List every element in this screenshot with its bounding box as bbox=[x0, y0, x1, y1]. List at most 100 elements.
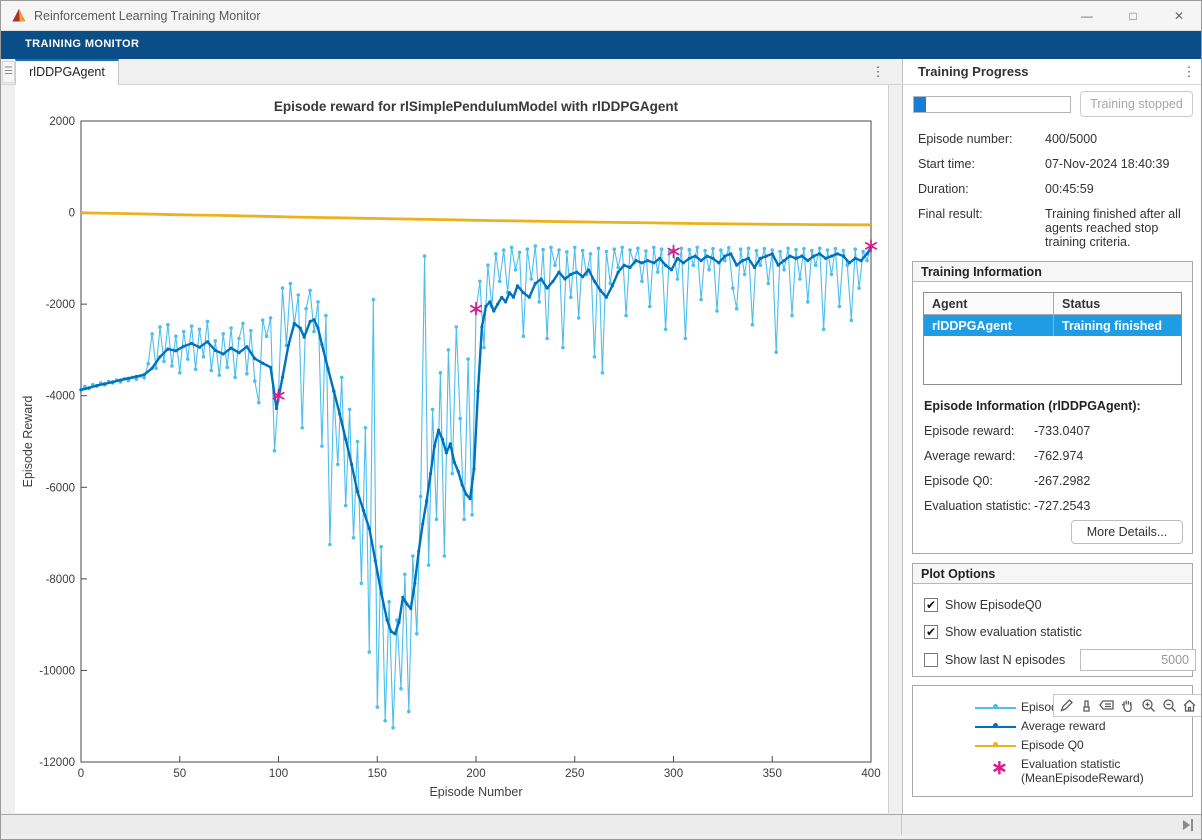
table-row[interactable]: rlDDPGAgent Training finished bbox=[924, 315, 1181, 336]
section-heading: Plot Options bbox=[913, 564, 1192, 584]
figure-canvas[interactable]: 05010015020025030035040020000-2000-4000-… bbox=[15, 85, 889, 813]
legend-entry-episode-q0: Episode Q0 bbox=[913, 737, 1192, 755]
window-title: Reinforcement Learning Training Monitor bbox=[34, 9, 261, 23]
tab-rlddpgagent[interactable]: rlDDPGAgent bbox=[15, 59, 119, 85]
stat-value: -733.0407 bbox=[1034, 424, 1090, 438]
legend-label: Average reward bbox=[1021, 719, 1106, 733]
info-label: Final result: bbox=[918, 207, 983, 221]
info-value: 400/5000 bbox=[1045, 132, 1194, 146]
info-value: 00:45:59 bbox=[1045, 182, 1194, 196]
episode-reward-chart: 05010015020025030035040020000-2000-4000-… bbox=[15, 85, 889, 813]
maximize-icon[interactable]: □ bbox=[1111, 1, 1155, 31]
svg-text:250: 250 bbox=[565, 768, 584, 780]
stat-label: Episode reward: bbox=[924, 424, 1014, 438]
panel-menu-dots-icon[interactable]: ⋮ bbox=[1179, 62, 1199, 82]
svg-text:0: 0 bbox=[69, 208, 75, 220]
legend-entry-average-reward: Average reward bbox=[913, 718, 1192, 736]
zoom-out-icon[interactable] bbox=[1160, 697, 1178, 715]
checkbox-label: Show last N episodes bbox=[945, 653, 1065, 667]
svg-text:-6000: -6000 bbox=[46, 482, 75, 494]
column-header-status: Status bbox=[1054, 293, 1181, 314]
stat-label: Average reward: bbox=[924, 449, 1016, 463]
axes-toolbar bbox=[1053, 694, 1202, 717]
title-bar: Reinforcement Learning Training Monitor … bbox=[1, 1, 1201, 31]
svg-text:350: 350 bbox=[763, 768, 782, 780]
legend-asterisk-marker: ∗ bbox=[991, 755, 1008, 780]
stat-value: -267.2982 bbox=[1034, 474, 1090, 488]
section-heading: Training Information bbox=[913, 262, 1192, 282]
legend-box: Episode reward Average reward Episode Q0… bbox=[912, 685, 1193, 797]
minimize-icon[interactable]: — bbox=[1065, 1, 1109, 31]
status-cell: Training finished bbox=[1054, 315, 1181, 336]
svg-text:300: 300 bbox=[664, 768, 683, 780]
svg-text:0: 0 bbox=[78, 768, 84, 780]
svg-text:Episode Number: Episode Number bbox=[429, 785, 522, 799]
legend-label-line2: (MeanEpisodeReward) bbox=[1021, 771, 1144, 785]
status-bar bbox=[1, 814, 1202, 835]
plot-options-section: Plot Options ✔ Show EpisodeQ0 ✔ Show eva… bbox=[912, 563, 1193, 677]
training-information-section: Training Information Agent Status rlDDPG… bbox=[912, 261, 1193, 554]
stat-value: -727.2543 bbox=[1034, 499, 1090, 513]
training-progress-bar bbox=[913, 96, 1071, 113]
n-episodes-input[interactable] bbox=[1080, 649, 1196, 671]
training-progress-panel: Training Progress ⋮ Training stopped Epi… bbox=[902, 59, 1202, 814]
datatip-icon[interactable] bbox=[1098, 697, 1116, 715]
svg-text:150: 150 bbox=[368, 768, 387, 780]
info-value: Training finished after all agents reach… bbox=[1045, 207, 1194, 249]
checkbox-label: Show EpisodeQ0 bbox=[945, 598, 1042, 612]
skip-to-end-icon[interactable] bbox=[1183, 819, 1197, 832]
agent-status-table: Agent Status rlDDPGAgent Training finish… bbox=[923, 292, 1182, 385]
pan-icon[interactable] bbox=[1119, 697, 1137, 715]
app-window: Reinforcement Learning Training Monitor … bbox=[0, 0, 1202, 840]
legend-label: Episode Q0 bbox=[1021, 738, 1084, 752]
legend-label-line1: Evaluation statistic bbox=[1021, 757, 1120, 771]
svg-text:2000: 2000 bbox=[49, 116, 75, 128]
stat-label: Evaluation statistic: bbox=[924, 499, 1031, 513]
status-bar-divider bbox=[901, 815, 902, 835]
ribbon-tab-training-monitor[interactable]: TRAINING MONITOR bbox=[25, 38, 139, 50]
svg-text:-8000: -8000 bbox=[46, 574, 75, 586]
stat-label: Episode Q0: bbox=[924, 474, 993, 488]
tab-options-dots-icon[interactable]: ⋮ bbox=[867, 62, 889, 82]
svg-text:Episode reward for rlSimplePen: Episode reward for rlSimplePendulumModel… bbox=[274, 99, 679, 114]
agent-cell: rlDDPGAgent bbox=[924, 315, 1054, 336]
info-label: Episode number: bbox=[918, 132, 1013, 146]
legend-label: Evaluation statistic (MeanEpisodeReward) bbox=[1021, 757, 1144, 785]
episode-information-heading: Episode Information (rlDDPGAgent): bbox=[924, 399, 1141, 413]
show-last-n-episodes-checkbox[interactable] bbox=[924, 653, 938, 667]
legend-marker-dot bbox=[993, 742, 998, 747]
panel-header: Training Progress ⋮ bbox=[903, 59, 1202, 85]
svg-text:50: 50 bbox=[173, 768, 186, 780]
column-header-agent: Agent bbox=[924, 293, 1054, 314]
document-tab-strip: ☰ rlDDPGAgent ⋮ bbox=[1, 59, 901, 85]
brush-icon[interactable] bbox=[1078, 697, 1096, 715]
more-details-button[interactable]: More Details... bbox=[1071, 520, 1183, 544]
table-header-row: Agent Status bbox=[924, 293, 1181, 315]
svg-text:-12000: -12000 bbox=[39, 757, 75, 769]
svg-text:100: 100 bbox=[269, 768, 288, 780]
checkbox-label: Show evaluation statistic bbox=[945, 625, 1082, 639]
toolstrip-ribbon: TRAINING MONITOR bbox=[1, 31, 1201, 59]
export-icon[interactable] bbox=[1057, 697, 1075, 715]
show-evaluation-statistic-checkbox[interactable]: ✔ bbox=[924, 625, 938, 639]
matlab-logo-icon bbox=[11, 8, 27, 24]
info-label: Duration: bbox=[918, 182, 969, 196]
show-episodeq0-checkbox[interactable]: ✔ bbox=[924, 598, 938, 612]
progress-fill bbox=[914, 97, 926, 112]
info-label: Start time: bbox=[918, 157, 975, 171]
legend-entry-evaluation-statistic: ∗ Evaluation statistic (MeanEpisodeRewar… bbox=[913, 759, 1192, 789]
restore-view-icon[interactable] bbox=[1181, 697, 1199, 715]
training-stopped-button[interactable]: Training stopped bbox=[1080, 91, 1193, 117]
info-value: 07-Nov-2024 18:40:39 bbox=[1045, 157, 1194, 171]
svg-text:Episode Reward: Episode Reward bbox=[21, 396, 35, 488]
panel-title: Training Progress bbox=[918, 64, 1029, 79]
svg-text:400: 400 bbox=[861, 768, 880, 780]
svg-text:-10000: -10000 bbox=[39, 665, 75, 677]
svg-text:-4000: -4000 bbox=[46, 391, 75, 403]
legend-marker-dot bbox=[993, 723, 998, 728]
zoom-in-icon[interactable] bbox=[1140, 697, 1158, 715]
close-icon[interactable]: ✕ bbox=[1157, 1, 1201, 31]
svg-text:-2000: -2000 bbox=[46, 299, 75, 311]
panel-grip-icon[interactable]: ☰ bbox=[2, 61, 15, 83]
legend-marker-dot bbox=[993, 704, 998, 709]
